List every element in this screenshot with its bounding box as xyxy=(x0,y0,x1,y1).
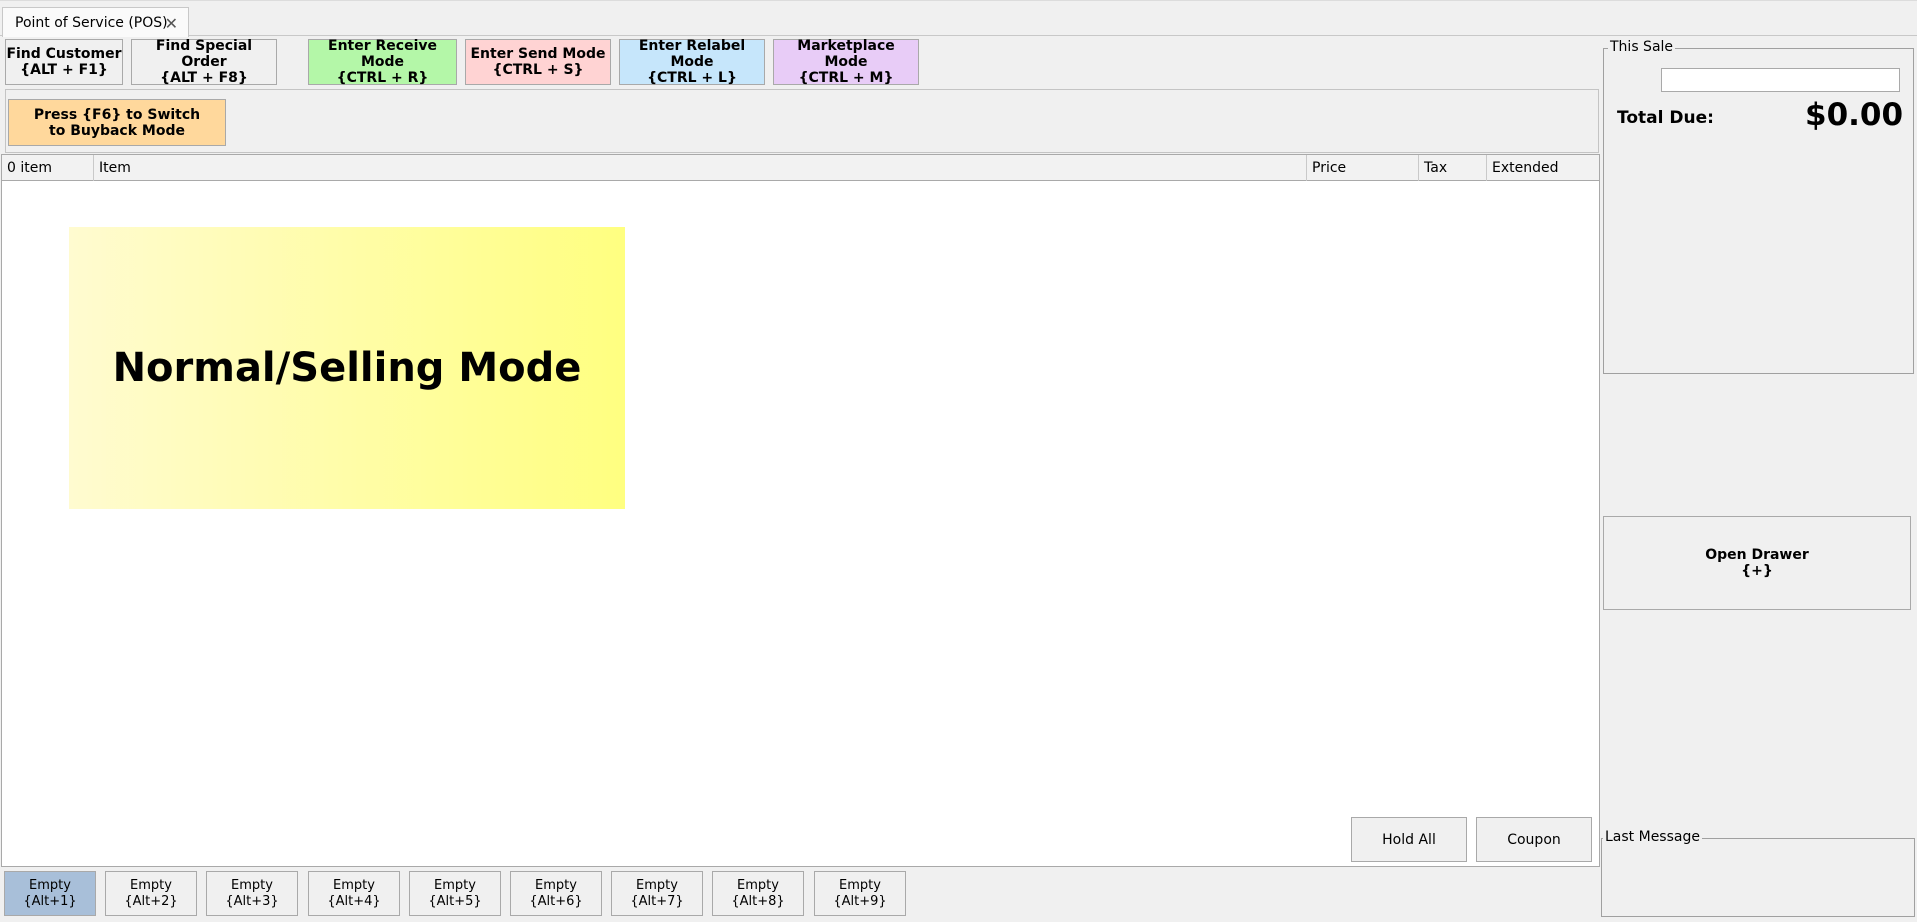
open-drawer-button[interactable]: Open Drawer {+} xyxy=(1603,516,1911,610)
marketplace-mode-label: Marketplace Mode xyxy=(797,38,895,70)
marketplace-mode-shortcut: {CTRL + M} xyxy=(798,70,894,86)
hold-slot-1[interactable]: Empty {Alt+1} xyxy=(4,871,96,916)
this-sale-title: This Sale xyxy=(1608,39,1676,55)
hold-slot-label: Empty xyxy=(231,877,273,893)
buyback-panel xyxy=(5,89,1599,153)
hold-slot-shortcut: {Alt+9} xyxy=(833,893,887,909)
enter-relabel-mode-button[interactable]: Enter Relabel Mode {CTRL + L} xyxy=(619,38,765,86)
hold-slot-label: Empty xyxy=(737,877,779,893)
open-drawer-shortcut: {+} xyxy=(1741,563,1773,579)
document-tab-strip xyxy=(0,0,1917,36)
hold-slot-2[interactable]: Empty {Alt+2} xyxy=(105,871,197,916)
mode-banner: Normal/Selling Mode xyxy=(69,227,625,509)
find-special-order-label: Find Special Order xyxy=(155,38,253,70)
receive-mode-shortcut: {CTRL + R} xyxy=(336,70,429,86)
sale-entry-field[interactable] xyxy=(1661,68,1900,92)
open-drawer-label: Open Drawer xyxy=(1705,547,1809,563)
grid-header: 0 item Item Price Tax Extended xyxy=(2,155,1599,181)
hold-slot-label: Empty xyxy=(636,877,678,893)
hold-slot-7[interactable]: Empty {Alt+7} xyxy=(611,871,703,916)
enter-send-mode-button[interactable]: Enter Send Mode {CTRL + S} xyxy=(465,39,611,85)
coupon-button[interactable]: Coupon xyxy=(1476,817,1592,862)
find-customer-shortcut: {ALT + F1} xyxy=(20,62,108,78)
hold-slot-label: Empty xyxy=(333,877,375,893)
total-due-value: $0.00 xyxy=(1805,97,1904,133)
hold-slot-8[interactable]: Empty {Alt+8} xyxy=(712,871,804,916)
buyback-line2: to Buyback Mode xyxy=(49,122,185,139)
find-customer-button[interactable]: Find Customer {ALT + F1} xyxy=(5,39,123,85)
hold-slot-label: Empty xyxy=(130,877,172,893)
hold-slot-shortcut: {Alt+5} xyxy=(428,893,482,909)
mode-banner-text: Normal/Selling Mode xyxy=(112,345,582,391)
hold-all-button[interactable]: Hold All xyxy=(1351,817,1467,862)
column-header-count[interactable]: 0 item xyxy=(2,155,94,181)
hold-slot-label: Empty xyxy=(434,877,476,893)
total-due-label: Total Due: xyxy=(1617,108,1714,128)
hold-slot-shortcut: {Alt+8} xyxy=(731,893,785,909)
send-mode-shortcut: {CTRL + S} xyxy=(492,62,584,78)
hold-slot-label: Empty xyxy=(535,877,577,893)
find-special-order-shortcut: {ALT + F8} xyxy=(160,70,248,86)
column-header-item[interactable]: Item xyxy=(94,155,1307,181)
find-special-order-button[interactable]: Find Special Order {ALT + F8} xyxy=(131,38,277,86)
last-message-group xyxy=(1601,838,1915,917)
tab-point-of-service[interactable]: Point of Service (POS) ✕ xyxy=(2,7,189,37)
hold-slot-shortcut: {Alt+3} xyxy=(225,893,279,909)
find-customer-label: Find Customer xyxy=(6,46,122,62)
hold-slot-shortcut: {Alt+4} xyxy=(327,893,381,909)
hold-slot-shortcut: {Alt+1} xyxy=(23,893,77,909)
hold-slot-4[interactable]: Empty {Alt+4} xyxy=(308,871,400,916)
hold-slot-shortcut: {Alt+2} xyxy=(124,893,178,909)
last-message-title: Last Message xyxy=(1603,829,1702,845)
column-header-extended[interactable]: Extended xyxy=(1487,155,1599,181)
hold-slot-label: Empty xyxy=(839,877,881,893)
hold-slot-shortcut: {Alt+7} xyxy=(630,893,684,909)
hold-slot-9[interactable]: Empty {Alt+9} xyxy=(814,871,906,916)
enter-receive-mode-button[interactable]: Enter Receive Mode {CTRL + R} xyxy=(308,38,457,86)
close-icon[interactable]: ✕ xyxy=(165,14,178,33)
send-mode-label: Enter Send Mode xyxy=(470,46,606,62)
column-header-price[interactable]: Price xyxy=(1307,155,1419,181)
hold-slot-6[interactable]: Empty {Alt+6} xyxy=(510,871,602,916)
column-header-tax[interactable]: Tax xyxy=(1419,155,1487,181)
marketplace-mode-button[interactable]: Marketplace Mode {CTRL + M} xyxy=(773,38,919,86)
relabel-mode-label: Enter Relabel Mode xyxy=(638,38,746,70)
receive-mode-label: Enter Receive Mode xyxy=(328,38,437,70)
hold-slot-3[interactable]: Empty {Alt+3} xyxy=(206,871,298,916)
hold-slot-5[interactable]: Empty {Alt+5} xyxy=(409,871,501,916)
relabel-mode-shortcut: {CTRL + L} xyxy=(647,70,737,86)
switch-to-buyback-button[interactable]: Press {F6} to Switch to Buyback Mode xyxy=(8,99,226,146)
tab-title: Point of Service (POS) xyxy=(15,14,168,31)
hold-slot-shortcut: {Alt+6} xyxy=(529,893,583,909)
hold-slot-label: Empty xyxy=(29,877,71,893)
buyback-line1: Press {F6} to Switch xyxy=(33,106,201,123)
